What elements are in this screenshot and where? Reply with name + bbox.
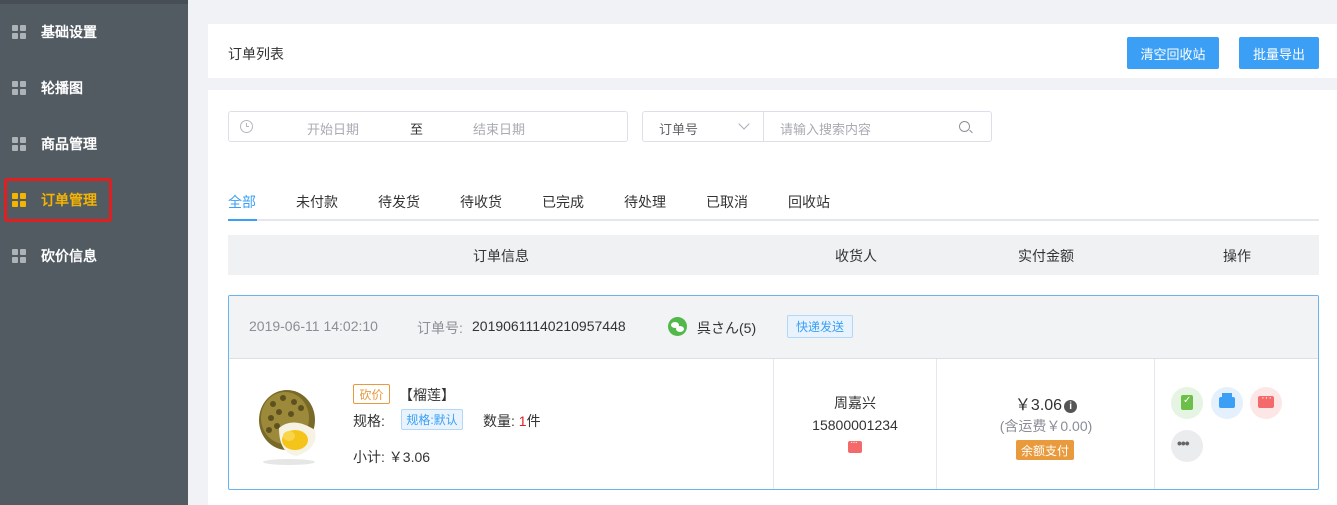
message-icon[interactable] <box>848 437 862 453</box>
payment-method-badge: 余额支付 <box>1016 440 1074 460</box>
order-card-header: 2019-06-11 14:02:10 订单号: 201906111402109… <box>229 296 1318 359</box>
tab-recycle-bin[interactable]: 回收站 <box>788 192 830 212</box>
order-no-label: 订单号: <box>417 320 463 336</box>
more-button[interactable]: ••• <box>1171 430 1203 462</box>
tab-all[interactable]: 全部 <box>228 192 256 212</box>
end-date-input[interactable]: 结束日期 <box>473 119 525 138</box>
wechat-icon <box>668 317 687 336</box>
order-card: 2019-06-11 14:02:10 订单号: 201906111402109… <box>228 295 1319 490</box>
tab-cancelled[interactable]: 已取消 <box>706 192 748 212</box>
freight-note: (含运费￥0.00) <box>999 418 1093 434</box>
column-header: 订单信息 <box>473 248 529 264</box>
tab-unpaid[interactable]: 未付款 <box>296 192 338 212</box>
sidebar-item-label: 商品管理 <box>41 136 97 152</box>
paid-amount: ￥3.06 i <box>937 391 1155 415</box>
paid-amount-value: ￥3.06 <box>1014 397 1063 414</box>
grid-icon <box>12 249 26 263</box>
info-icon[interactable]: i <box>1064 400 1078 413</box>
batch-export-button[interactable]: 批量导出 <box>1239 37 1319 69</box>
tab-to-ship[interactable]: 待发货 <box>378 192 420 212</box>
print-button[interactable] <box>1211 387 1243 419</box>
clipboard-check-icon <box>1181 395 1193 410</box>
sidebar-item-label: 订单管理 <box>41 192 97 208</box>
order-status-tabs: 全部 未付款 待发货 待收货 已完成 待处理 已取消 回收站 <box>228 192 1319 221</box>
spec-badge: 规格:默认 <box>401 409 463 430</box>
clock-icon <box>240 120 253 133</box>
page-header: 订单列表 清空回收站 批量导出 <box>208 24 1337 78</box>
sidebar-item-orders[interactable]: 订单管理 <box>0 180 188 220</box>
quantity-unit: 件 <box>526 413 541 429</box>
printer-icon <box>1219 393 1235 408</box>
tab-pending[interactable]: 待处理 <box>624 192 666 212</box>
quantity: 数量: 1件 <box>483 411 541 431</box>
confirm-order-button[interactable] <box>1171 387 1203 419</box>
search-input[interactable]: 请输入搜索内容 <box>780 119 871 138</box>
sidebar-topbar <box>0 0 188 4</box>
sidebar-item-bargain[interactable]: 砍价信息 <box>0 236 188 276</box>
product-name: 【榴莲】 <box>399 387 455 403</box>
active-tab-indicator <box>228 219 257 221</box>
tab-to-receive[interactable]: 待收货 <box>460 192 502 212</box>
sidebar: 基础设置 轮播图 商品管理 订单管理 砍价信息 <box>0 0 188 505</box>
date-range-separator: 至 <box>410 122 424 137</box>
shipping-method-badge: 快递发送 <box>787 315 853 338</box>
tab-completed[interactable]: 已完成 <box>542 192 584 212</box>
receiver-phone: 15800001234 <box>812 417 898 433</box>
sidebar-item-label: 基础设置 <box>41 24 97 40</box>
search-type-value: 订单号 <box>659 122 699 137</box>
remark-button[interactable] <box>1250 387 1282 419</box>
page-title: 订单列表 <box>228 46 284 62</box>
order-time: 2019-06-11 14:02:10 <box>249 318 378 334</box>
order-list-panel: 开始日期 至 结束日期 订单号 请输入搜索内容 全部 未付款 待发货 待收货 已… <box>208 90 1337 505</box>
sidebar-item-label: 砍价信息 <box>41 248 97 264</box>
customer-name: 呉さん(5) <box>697 320 757 336</box>
product-image <box>259 390 316 465</box>
column-header: 收货人 <box>835 248 877 264</box>
grid-icon <box>12 193 26 207</box>
start-date-input[interactable]: 开始日期 <box>307 119 359 138</box>
quantity-value: 1 <box>518 413 527 429</box>
more-icon: ••• <box>1177 435 1190 451</box>
subtotal: 小计: ￥3.06 <box>353 449 431 465</box>
quantity-label: 数量: <box>483 413 515 429</box>
message-icon <box>1258 392 1274 408</box>
column-header: 操作 <box>1223 248 1251 264</box>
order-no: 20190611140210957448 <box>472 318 626 334</box>
grid-icon <box>12 81 26 95</box>
search-group: 订单号 请输入搜索内容 <box>642 111 992 142</box>
sidebar-item-label: 轮播图 <box>41 80 83 96</box>
date-range-picker[interactable]: 开始日期 至 结束日期 <box>228 111 628 142</box>
chevron-down-icon <box>738 118 750 130</box>
table-header: 订单信息 收货人 实付金额 操作 <box>228 235 1319 275</box>
grid-icon <box>12 137 26 151</box>
sidebar-item-products[interactable]: 商品管理 <box>0 124 188 164</box>
sidebar-item-basic-settings[interactable]: 基础设置 <box>0 12 188 52</box>
spec-label: 规格: <box>353 413 385 429</box>
search-type-select[interactable]: 订单号 <box>643 112 764 141</box>
grid-icon <box>12 25 26 39</box>
column-header: 实付金额 <box>1018 248 1074 264</box>
receiver-name: 周嘉兴 <box>834 395 876 411</box>
sidebar-item-carousel[interactable]: 轮播图 <box>0 68 188 108</box>
search-icon[interactable] <box>959 121 970 132</box>
bargain-tag: 砍价 <box>353 384 390 404</box>
clear-recycle-bin-button[interactable]: 清空回收站 <box>1127 37 1219 69</box>
